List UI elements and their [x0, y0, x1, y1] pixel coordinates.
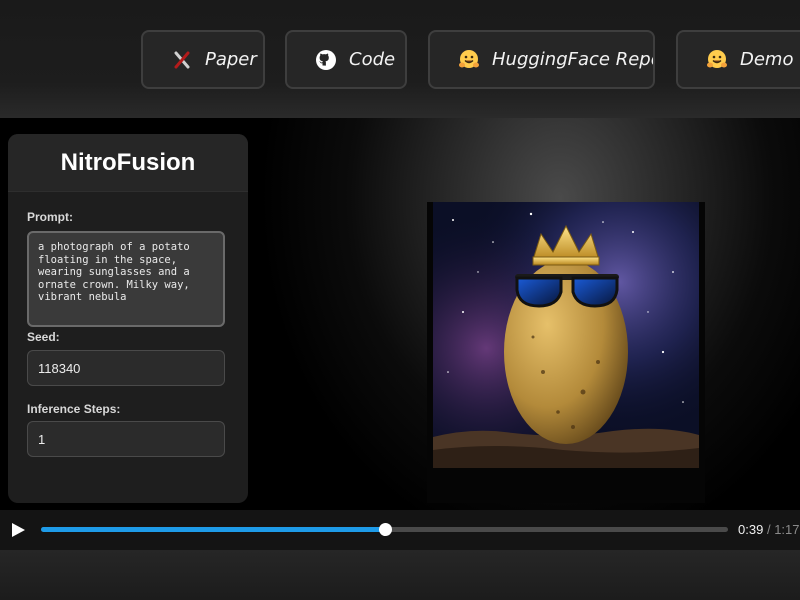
progress-fill [41, 527, 385, 532]
paper-label: Paper [205, 49, 257, 70]
paper-button[interactable]: Paper [141, 30, 265, 89]
video-controls: 0:39 / 1:17 [0, 510, 800, 550]
prompt-label: Prompt: [27, 210, 73, 224]
code-button[interactable]: Code [285, 30, 407, 89]
demo-button[interactable]: Demo [676, 30, 800, 89]
prompt-textarea[interactable]: a photograph of a potato floating in the… [27, 231, 225, 327]
page-footer-area [0, 550, 800, 600]
progress-knob[interactable] [378, 523, 392, 536]
demo-video[interactable]: NitroFusion Prompt: a photograph of a po… [0, 118, 800, 510]
time-display: 0:39 / 1:17 [738, 522, 800, 537]
huggingface-repo-button[interactable]: HuggingFace Repo [428, 30, 655, 89]
generated-image [433, 202, 699, 468]
steps-input[interactable]: 1 [27, 421, 225, 457]
seed-input[interactable]: 118340 [27, 350, 225, 386]
settings-panel: NitroFusion Prompt: a photograph of a po… [8, 134, 248, 503]
steps-label: Inference Steps: [27, 402, 121, 416]
steps-value: 1 [38, 431, 46, 447]
demo-label: Demo [740, 49, 794, 70]
arxiv-icon [171, 49, 193, 71]
seed-label: Seed: [27, 330, 60, 344]
huggingface-repo-label: HuggingFace Repo [492, 49, 655, 70]
play-icon[interactable] [8, 520, 28, 540]
progress-bar[interactable] [41, 523, 728, 536]
panel-title: NitroFusion [8, 134, 248, 192]
current-time: 0:39 [738, 522, 764, 537]
huggingface-icon [706, 49, 728, 71]
github-icon [315, 49, 337, 71]
seed-value: 118340 [38, 360, 81, 376]
link-bar: Paper Code HuggingFace Repo Demo [0, 0, 800, 118]
huggingface-icon [458, 49, 480, 71]
time-separator: / [766, 522, 771, 537]
code-label: Code [349, 49, 396, 70]
duration: 1:17 [774, 522, 800, 537]
generated-image-frame [427, 202, 705, 503]
